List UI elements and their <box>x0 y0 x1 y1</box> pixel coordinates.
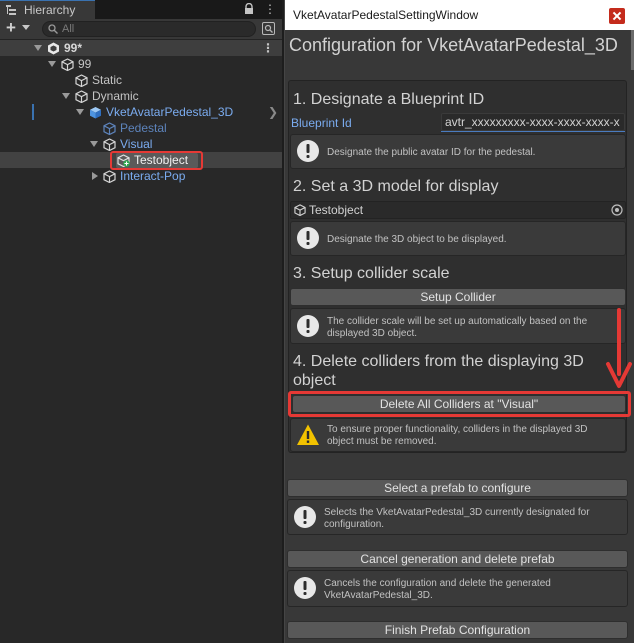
step2-heading: 2. Set a 3D model for display <box>293 178 499 195</box>
help-text-step1: Designate the public avatar ID for the p… <box>327 147 536 158</box>
select-prefab-button[interactable]: Select a prefab to configure <box>287 479 628 497</box>
tree-label-interact-pop: Interact-Pop <box>120 169 186 183</box>
hierarchy-icon <box>6 5 16 15</box>
tree-label-scene: 99* <box>64 41 83 55</box>
hierarchy-toolbar: + <box>0 18 282 40</box>
plus-icon: + <box>6 18 16 37</box>
chevron-down-icon <box>22 25 30 30</box>
tree-label-static: Static <box>92 73 123 87</box>
help-box-cancel: Cancels the configuration and delete the… <box>287 570 628 607</box>
object-picker-icon[interactable] <box>611 204 623 216</box>
hierarchy-panel: Hierarchy ⋮ + All 99* ⋮ 99 Static Dynami… <box>0 0 282 643</box>
open-prefab-arrow-icon[interactable]: ❯ <box>268 104 278 120</box>
help-text-step4-line2: object must be removed. <box>327 436 437 447</box>
unity-scene-icon <box>48 42 59 55</box>
setup-collider-button[interactable]: Setup Collider <box>290 288 626 306</box>
hierarchy-tab-bar: Hierarchy ⋮ <box>0 0 282 19</box>
blueprint-id-input[interactable] <box>442 114 622 130</box>
foldout-expanded-icon[interactable] <box>76 109 84 115</box>
gameobject-cube-icon <box>61 58 74 71</box>
tree-row-static[interactable]: Static <box>0 72 282 88</box>
hierarchy-tab[interactable]: Hierarchy <box>0 0 95 19</box>
help-text-cancel-line2: VketAvatarPedestal_3D. <box>324 590 433 601</box>
window-title: VketAvatarPedestalSettingWindow <box>293 8 479 22</box>
gameobject-cube-icon <box>294 204 306 216</box>
tree-row-avatar-pedestal[interactable]: VketAvatarPedestal_3D ❯ <box>0 104 282 120</box>
help-text-select-prefab-line1: Selects the VketAvatarPedestal_3D curren… <box>324 507 590 518</box>
foldout-expanded-icon[interactable] <box>62 93 70 99</box>
scene-menu-kebab-icon[interactable]: ⋮ <box>262 40 274 56</box>
prefab-cube-icon <box>90 107 101 119</box>
blueprint-id-label: Blueprint Id <box>291 116 352 130</box>
info-icon <box>297 227 319 249</box>
tree-row-visual[interactable]: Visual <box>0 136 282 152</box>
field-focus-underline <box>441 131 625 132</box>
foldout-expanded-icon[interactable] <box>48 61 56 67</box>
help-text-cancel-line1: Cancels the configuration and delete the… <box>324 578 551 589</box>
add-dropdown-button[interactable]: + <box>3 18 33 37</box>
tree-row-root[interactable]: 99 <box>0 56 282 72</box>
hierarchy-tab-label: Hierarchy <box>24 3 76 17</box>
step4-heading-line1: 4. Delete colliders from the displaying … <box>293 353 584 370</box>
step4-heading-line2: object <box>293 372 336 389</box>
info-icon <box>297 315 319 337</box>
help-box-step2: Designate the 3D object to be displayed. <box>290 221 626 256</box>
help-text-step3-line2: displayed 3D object. <box>327 328 418 339</box>
red-highlight-box-delete-button <box>288 391 631 417</box>
window-titlebar[interactable]: VketAvatarPedestalSettingWindow <box>285 0 634 30</box>
tree-row-interact-pop[interactable]: Interact-Pop <box>0 168 282 184</box>
close-icon[interactable] <box>609 8 625 24</box>
help-box-step1: Designate the public avatar ID for the p… <box>290 134 626 169</box>
search-icon <box>48 24 58 34</box>
search-input[interactable] <box>62 22 252 36</box>
info-icon <box>294 506 316 528</box>
lock-icon[interactable] <box>244 3 254 15</box>
info-icon <box>294 577 316 599</box>
help-text-select-prefab-line2: configuration. <box>324 519 385 530</box>
gameobject-cube-icon <box>75 74 88 87</box>
filter-icon[interactable] <box>262 22 275 35</box>
3d-object-field[interactable]: Testobject <box>290 201 626 219</box>
step3-heading: 3. Setup collider scale <box>293 265 450 282</box>
tree-row-scene[interactable]: 99* ⋮ <box>0 40 282 56</box>
gameobject-cube-icon <box>103 138 116 151</box>
panel-menu-kebab-icon[interactable]: ⋮ <box>264 2 276 16</box>
tree-row-dynamic[interactable]: Dynamic <box>0 88 282 104</box>
hierarchy-search-field[interactable] <box>42 21 256 37</box>
gameobject-cube-icon <box>103 170 116 183</box>
tree-label-visual: Visual <box>120 137 153 151</box>
gameobject-cube-icon <box>103 122 116 135</box>
3d-object-value: Testobject <box>309 203 364 217</box>
red-annotation-arrow <box>606 308 632 388</box>
step1-heading: 1. Designate a Blueprint ID <box>293 91 485 108</box>
help-text-step2: Designate the 3D object to be displayed. <box>327 234 507 245</box>
help-text-step4-line1: To ensure proper functionality, collider… <box>327 424 588 435</box>
foldout-expanded-icon[interactable] <box>34 45 42 51</box>
page-title: Configuration for VketAvatarPedestal_3D <box>289 35 618 55</box>
warning-icon <box>297 424 319 445</box>
help-text-step3-line1: The collider scale will be set up automa… <box>327 316 588 327</box>
tree-label-pedestal: Pedestal <box>120 121 167 135</box>
foldout-expanded-icon[interactable] <box>90 141 98 147</box>
help-box-step4: To ensure proper functionality, collider… <box>290 418 626 452</box>
tree-label-avatar-pedestal: VketAvatarPedestal_3D <box>106 105 234 119</box>
tree-row-pedestal[interactable]: Pedestal <box>0 120 282 136</box>
gameobject-cube-icon <box>75 90 88 103</box>
info-icon <box>297 140 319 162</box>
help-box-select-prefab: Selects the VketAvatarPedestal_3D curren… <box>287 499 628 535</box>
blueprint-id-field[interactable] <box>441 113 625 131</box>
cancel-generation-button[interactable]: Cancel generation and delete prefab <box>287 550 628 568</box>
help-box-step3: The collider scale will be set up automa… <box>290 308 626 344</box>
tree-label-root: 99 <box>78 57 92 71</box>
tree-label-dynamic: Dynamic <box>92 89 139 103</box>
foldout-collapsed-icon[interactable] <box>92 172 98 180</box>
finish-prefab-configuration-button[interactable]: Finish Prefab Configuration <box>287 621 628 639</box>
